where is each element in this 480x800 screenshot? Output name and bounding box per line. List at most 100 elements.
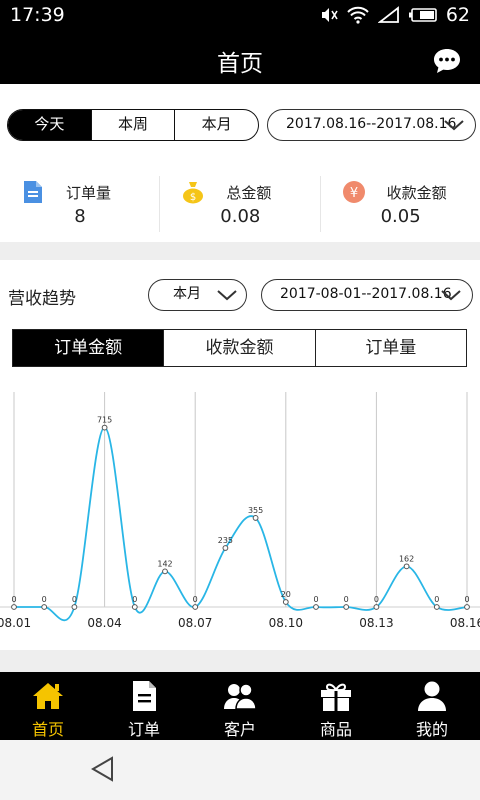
data-point <box>71 604 78 610</box>
series-line <box>13 426 468 622</box>
data-label: 0 <box>72 595 77 604</box>
gift-box-icon <box>321 683 351 711</box>
title-bar: 首页 <box>0 32 480 84</box>
data-point <box>222 545 229 551</box>
stat-value: 0.08 <box>220 206 261 227</box>
range-segmented-control: 今天 本周 本月 <box>7 109 259 141</box>
trend-title: 营收趋势 <box>8 289 76 309</box>
nav-label: 首页 <box>31 720 64 739</box>
period-select-text: 本月 <box>173 286 201 302</box>
money-bag-icon: $ <box>183 182 204 204</box>
tab-received-amount[interactable]: 收款金额 <box>164 330 316 366</box>
document-icon <box>24 181 42 203</box>
data-label: 0 <box>434 595 439 604</box>
chevron-down-icon <box>217 290 237 301</box>
system-nav-bar <box>0 740 480 800</box>
nav-label: 我的 <box>415 720 448 739</box>
data-point <box>162 568 168 575</box>
stat-label: 订单量 <box>66 184 112 202</box>
trend-date-range-text: 2017-08-01--2017.08.16 <box>280 286 452 302</box>
nav-label: 客户 <box>223 720 256 739</box>
nav-orders[interactable]: 订单 <box>96 672 192 740</box>
x-tick-label: 08.10 <box>269 616 303 630</box>
data-point <box>433 604 440 610</box>
nav-label: 订单 <box>127 720 160 739</box>
data-label: 0 <box>193 595 198 604</box>
stat-order-count: 订单量 8 <box>0 176 161 232</box>
range-tab-week[interactable]: 本周 <box>92 110 176 140</box>
data-point <box>252 515 259 521</box>
summary-section: 今天 本周 本月 2017.08.16--2017.08.16 订单量 8 $ <box>0 84 480 244</box>
period-select[interactable]: 本月 <box>148 279 247 311</box>
data-label: 142 <box>157 559 172 568</box>
x-tick-label: 08.13 <box>359 616 393 630</box>
wifi-icon <box>347 6 369 24</box>
svg-text:$: $ <box>190 192 196 203</box>
yen-coin-icon: ¥ <box>342 181 365 203</box>
data-label: 0 <box>11 595 16 604</box>
revenue-trend-chart: 0 0 0 715 0 142 0 235 355 20 0 0 0 162 0 0 08.01 08.04 08.… <box>0 392 480 630</box>
stat-value: 8 <box>74 206 86 227</box>
data-point <box>282 599 289 605</box>
section-divider <box>0 650 480 672</box>
tab-order-count[interactable]: 订单量 <box>316 330 466 366</box>
signal-icon <box>377 6 399 23</box>
back-icon[interactable] <box>88 754 118 784</box>
trend-date-range-select[interactable]: 2017-08-01--2017.08.16 <box>261 279 473 311</box>
data-label: 0 <box>132 595 137 604</box>
data-label: 0 <box>313 595 318 604</box>
battery-level: 62 <box>445 4 470 26</box>
chevron-down-icon <box>441 290 461 301</box>
range-tab-month[interactable]: 本月 <box>175 110 258 140</box>
home-icon <box>33 683 63 709</box>
x-tick-label: 08.16 <box>450 616 480 630</box>
summary-date-range-text: 2017.08.16--2017.08.16 <box>286 116 457 132</box>
data-point <box>403 563 410 570</box>
nav-label: 商品 <box>319 720 352 739</box>
stats-row: 订单量 8 $ 总金额 0.08 ¥ 收款金额 0.05 <box>0 176 480 232</box>
data-label: 162 <box>399 554 414 563</box>
order-document-icon <box>133 681 156 711</box>
data-point <box>131 604 138 610</box>
data-point <box>373 604 380 610</box>
tab-order-amount[interactable]: 订单金额 <box>13 330 165 366</box>
battery-icon <box>408 8 437 22</box>
chevron-down-icon <box>444 120 464 131</box>
data-point <box>192 604 199 610</box>
status-time: 17:39 <box>10 4 65 26</box>
nav-me[interactable]: 我的 <box>384 672 480 740</box>
mute-icon <box>321 8 338 22</box>
status-icons: 62 <box>320 4 470 26</box>
range-tab-today[interactable]: 今天 <box>8 110 92 140</box>
x-tick-label: 08.01 <box>0 616 31 630</box>
data-label: 0 <box>374 595 379 604</box>
stat-value: 0.05 <box>380 206 421 227</box>
nav-home[interactable]: 首页 <box>0 672 96 740</box>
data-label: 0 <box>464 595 469 604</box>
data-label: 355 <box>248 506 263 515</box>
data-point <box>11 604 17 610</box>
x-tick-label: 08.04 <box>87 616 121 630</box>
trend-section: 营收趋势 本月 2017-08-01--2017.08.16 订单金额 收款金额… <box>0 260 480 650</box>
data-label: 0 <box>344 595 349 604</box>
data-point <box>41 604 48 610</box>
message-icon[interactable] <box>432 46 462 76</box>
summary-date-range-select[interactable]: 2017.08.16--2017.08.16 <box>267 109 476 141</box>
data-label: 715 <box>97 416 112 425</box>
stat-label: 总金额 <box>226 184 272 202</box>
data-label: 20 <box>281 590 291 599</box>
section-divider <box>0 242 480 260</box>
metric-tabs: 订单金额 收款金额 订单量 <box>12 329 467 367</box>
page-title: 首页 <box>217 51 263 77</box>
nav-products[interactable]: 商品 <box>288 672 384 740</box>
user-icon <box>418 681 446 711</box>
data-point <box>343 604 350 610</box>
data-point <box>464 604 470 610</box>
stat-received-amount: ¥ 收款金额 0.05 <box>321 176 480 232</box>
bottom-nav: 首页 订单 客户 商品 我的 <box>0 672 480 740</box>
data-point <box>101 424 108 431</box>
status-bar: 17:39 62 <box>0 0 480 32</box>
svg-text:¥: ¥ <box>350 186 358 201</box>
nav-customers[interactable]: 客户 <box>192 672 288 740</box>
customers-icon <box>224 683 257 710</box>
